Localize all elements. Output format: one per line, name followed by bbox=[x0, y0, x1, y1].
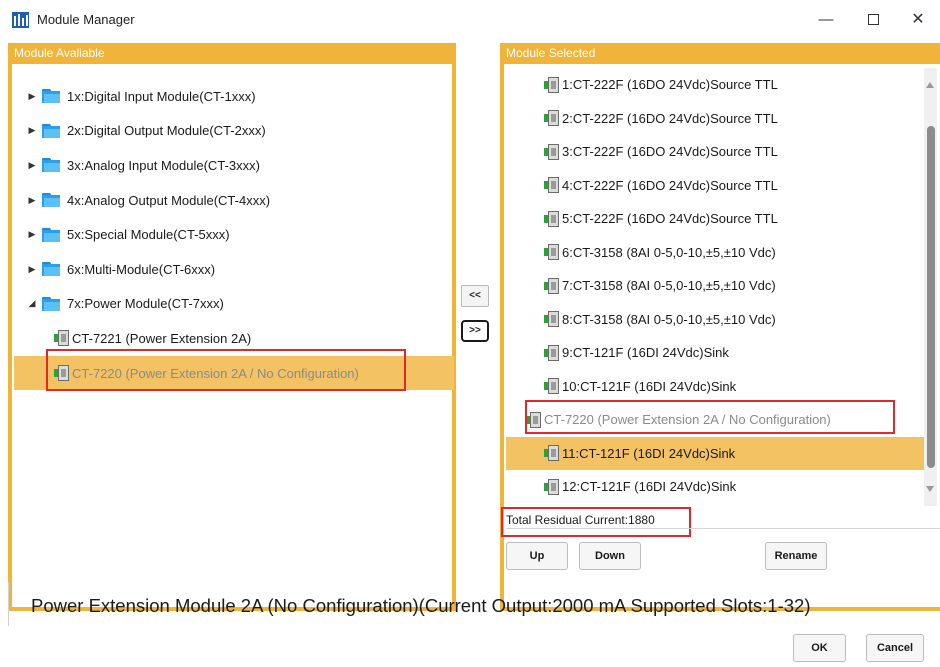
expand-arrow-icon[interactable]: ▶ bbox=[25, 229, 39, 240]
ok-button[interactable]: OK bbox=[793, 634, 846, 662]
list-item[interactable]: 9:CT-121F (16DI 24Vdc)Sink bbox=[506, 336, 924, 370]
folder-icon bbox=[42, 227, 62, 242]
folder-icon bbox=[42, 296, 62, 311]
module-icon bbox=[544, 478, 560, 496]
tree-category-label: 4x:Analog Output Module(CT-4xxx) bbox=[67, 192, 271, 208]
module-icon bbox=[544, 143, 560, 161]
available-modules-tree: ▶ 1x:Digital Input Module(CT-1xxx) ▶ 2x:… bbox=[14, 79, 454, 391]
remove-module-button[interactable]: << bbox=[461, 285, 489, 307]
folder-icon bbox=[42, 193, 62, 208]
app-icon bbox=[12, 12, 29, 28]
list-item-label: 9:CT-121F (16DI 24Vdc)Sink bbox=[562, 345, 729, 361]
list-item[interactable]: 11:CT-121F (16DI 24Vdc)Sink bbox=[506, 436, 924, 470]
list-item-label: 8:CT-3158 (8AI 0-5,0-10,±5,±10 Vdc) bbox=[562, 311, 776, 327]
scroll-down-icon[interactable] bbox=[926, 486, 934, 492]
module-icon bbox=[544, 444, 560, 462]
module-icon bbox=[544, 109, 560, 127]
module-icon bbox=[544, 344, 560, 362]
rename-button[interactable]: Rename bbox=[765, 542, 827, 570]
list-item[interactable]: 2:CT-222F (16DO 24Vdc)Source TTL bbox=[506, 102, 924, 136]
tree-category-digital-output[interactable]: ▶ 2x:Digital Output Module(CT-2xxx) bbox=[14, 114, 454, 149]
list-item[interactable]: 12:CT-121F (16DI 24Vdc)Sink bbox=[506, 470, 924, 504]
expand-arrow-icon[interactable]: ▶ bbox=[25, 264, 39, 275]
list-item-label: 2:CT-222F (16DO 24Vdc)Source TTL bbox=[562, 110, 778, 126]
selected-modules-list: 1:CT-222F (16DO 24Vdc)Source TTL 2:CT-22… bbox=[506, 68, 924, 506]
module-description: Power Extension Module 2A (No Configurat… bbox=[31, 595, 811, 616]
list-item[interactable]: 3:CT-222F (16DO 24Vdc)Source TTL bbox=[506, 135, 924, 169]
list-item[interactable]: 10:CT-121F (16DI 24Vdc)Sink bbox=[506, 370, 924, 404]
cancel-button[interactable]: Cancel bbox=[866, 634, 924, 662]
tree-category-analog-input[interactable]: ▶ 3x:Analog Input Module(CT-3xxx) bbox=[14, 148, 454, 183]
minimize-button[interactable]: — bbox=[810, 9, 842, 31]
list-item-label: 6:CT-3158 (8AI 0-5,0-10,±5,±10 Vdc) bbox=[562, 244, 776, 260]
list-item-label: 11:CT-121F (16DI 24Vdc)Sink bbox=[562, 445, 736, 461]
tree-category-power[interactable]: ◢ 7x:Power Module(CT-7xxx) bbox=[14, 287, 454, 322]
list-item-label: 12:CT-121F (16DI 24Vdc)Sink bbox=[562, 479, 737, 495]
module-icon bbox=[544, 377, 560, 395]
maximize-icon bbox=[867, 13, 879, 25]
tree-category-analog-output[interactable]: ▶ 4x:Analog Output Module(CT-4xxx) bbox=[14, 183, 454, 218]
expand-arrow-icon[interactable]: ▶ bbox=[25, 195, 39, 206]
folder-icon bbox=[42, 123, 62, 138]
module-icon bbox=[54, 329, 70, 347]
module-icon bbox=[544, 76, 560, 94]
list-scrollbar[interactable] bbox=[924, 68, 937, 506]
folder-icon bbox=[42, 89, 62, 104]
annotation-highlight bbox=[525, 400, 895, 434]
module-icon bbox=[544, 243, 560, 261]
folder-icon bbox=[42, 262, 62, 277]
expand-arrow-icon[interactable]: ▶ bbox=[25, 160, 39, 171]
tree-category-multi[interactable]: ▶ 6x:Multi-Module(CT-6xxx) bbox=[14, 252, 454, 287]
expand-arrow-icon[interactable]: ▶ bbox=[25, 125, 39, 136]
annotation-highlight bbox=[46, 349, 406, 391]
divider bbox=[506, 528, 940, 529]
list-item[interactable]: 1:CT-222F (16DO 24Vdc)Source TTL bbox=[506, 68, 924, 102]
tree-category-label: 1x:Digital Input Module(CT-1xxx) bbox=[67, 88, 256, 104]
tree-category-label: 7x:Power Module(CT-7xxx) bbox=[67, 296, 224, 312]
tree-category-label: 3x:Analog Input Module(CT-3xxx) bbox=[67, 157, 260, 173]
module-icon bbox=[544, 176, 560, 194]
scroll-thumb[interactable] bbox=[927, 126, 935, 468]
list-item[interactable]: 8:CT-3158 (8AI 0-5,0-10,±5,±10 Vdc) bbox=[506, 303, 924, 337]
window-title: Module Manager bbox=[37, 12, 135, 27]
list-item[interactable]: 6:CT-3158 (8AI 0-5,0-10,±5,±10 Vdc) bbox=[506, 236, 924, 270]
folder-icon bbox=[42, 158, 62, 173]
up-button[interactable]: Up bbox=[506, 542, 568, 570]
selected-modules-header: Module Selected bbox=[500, 43, 940, 64]
list-item-label: 4:CT-222F (16DO 24Vdc)Source TTL bbox=[562, 177, 778, 193]
close-button[interactable]: ✕ bbox=[902, 9, 934, 31]
tree-module-label: CT-7221 (Power Extension 2A) bbox=[72, 330, 252, 346]
available-modules-header: Module Avaliable bbox=[8, 43, 456, 64]
tree-category-digital-input[interactable]: ▶ 1x:Digital Input Module(CT-1xxx) bbox=[14, 79, 454, 114]
tree-category-label: 6x:Multi-Module(CT-6xxx) bbox=[67, 261, 216, 277]
list-item-label: 3:CT-222F (16DO 24Vdc)Source TTL bbox=[562, 144, 778, 160]
add-module-button[interactable]: >> bbox=[461, 320, 489, 342]
maximize-button[interactable] bbox=[857, 9, 889, 31]
list-item-label: 5:CT-222F (16DO 24Vdc)Source TTL bbox=[562, 211, 778, 227]
expand-arrow-icon[interactable]: ▶ bbox=[25, 91, 39, 102]
title-bar: Module Manager — ✕ bbox=[0, 0, 940, 40]
tree-category-label: 2x:Digital Output Module(CT-2xxx) bbox=[67, 123, 266, 139]
collapse-arrow-icon[interactable]: ◢ bbox=[25, 298, 39, 309]
divider bbox=[8, 582, 9, 626]
module-icon bbox=[544, 210, 560, 228]
scroll-up-icon[interactable] bbox=[926, 82, 934, 88]
list-item-label: 10:CT-121F (16DI 24Vdc)Sink bbox=[562, 378, 737, 394]
module-icon bbox=[544, 277, 560, 295]
down-button[interactable]: Down bbox=[579, 542, 641, 570]
tree-category-label: 5x:Special Module(CT-5xxx) bbox=[67, 227, 230, 243]
list-item[interactable]: 5:CT-222F (16DO 24Vdc)Source TTL bbox=[506, 202, 924, 236]
module-icon bbox=[544, 310, 560, 328]
list-item-label: 1:CT-222F (16DO 24Vdc)Source TTL bbox=[562, 77, 778, 93]
annotation-highlight bbox=[501, 507, 691, 537]
list-item[interactable]: 4:CT-222F (16DO 24Vdc)Source TTL bbox=[506, 169, 924, 203]
list-item-label: 7:CT-3158 (8AI 0-5,0-10,±5,±10 Vdc) bbox=[562, 278, 776, 294]
list-item[interactable]: 7:CT-3158 (8AI 0-5,0-10,±5,±10 Vdc) bbox=[506, 269, 924, 303]
tree-category-special[interactable]: ▶ 5x:Special Module(CT-5xxx) bbox=[14, 217, 454, 252]
